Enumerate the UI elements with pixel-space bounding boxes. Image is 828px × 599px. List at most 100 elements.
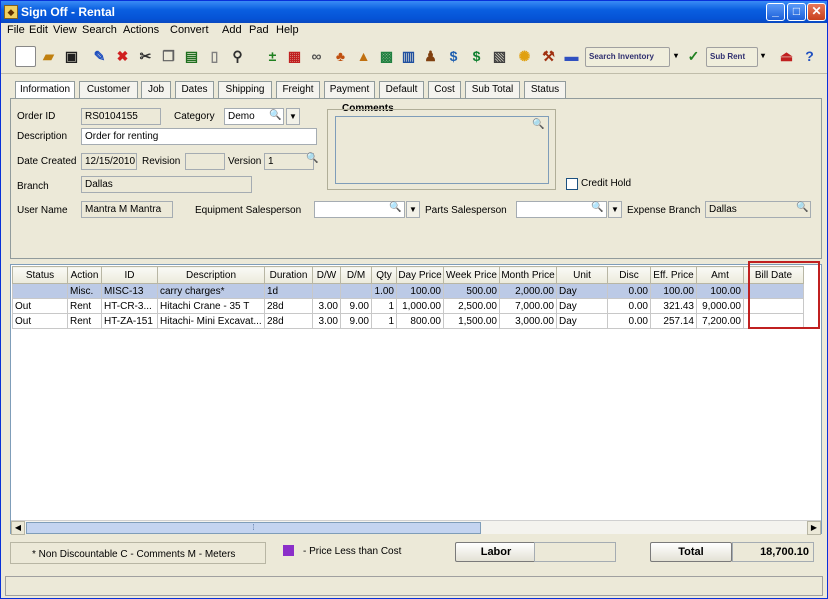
- equipment-salesperson-dropdown-icon[interactable]: ▼: [406, 201, 420, 218]
- table-cell[interactable]: 2,500.00: [443, 298, 500, 314]
- delete-icon[interactable]: ✖: [112, 46, 133, 67]
- cut-icon[interactable]: ✂: [135, 46, 156, 67]
- table-cell[interactable]: Hitachi Crane - 35 T: [157, 298, 265, 314]
- column-header-disc[interactable]: Disc: [607, 266, 651, 284]
- tab-shipping[interactable]: Shipping: [218, 81, 272, 98]
- parts-salesperson-dropdown-icon[interactable]: ▼: [608, 201, 622, 218]
- table-cell[interactable]: 1,000.00: [396, 298, 444, 314]
- column-header-unit[interactable]: Unit: [556, 266, 608, 284]
- scroll-left-icon[interactable]: ◀: [11, 521, 25, 535]
- tab-customer[interactable]: Customer: [79, 81, 138, 98]
- dollar-icon[interactable]: $: [466, 46, 487, 67]
- sub-rent-button[interactable]: Sub Rent: [706, 47, 758, 67]
- table-cell[interactable]: 321.43: [650, 298, 697, 314]
- table-cell[interactable]: 1: [371, 313, 397, 329]
- tab-cost[interactable]: Cost: [428, 81, 461, 98]
- column-header-d-m[interactable]: D/M: [340, 266, 372, 284]
- help-icon[interactable]: ?: [799, 46, 820, 67]
- column-header-status[interactable]: Status: [12, 266, 68, 284]
- table-cell[interactable]: 9.00: [340, 298, 372, 314]
- table-cell[interactable]: [340, 283, 372, 299]
- table-cell[interactable]: 1,500.00: [443, 313, 500, 329]
- branch-field[interactable]: Dallas: [81, 176, 252, 193]
- tab-sub-total[interactable]: Sub Total: [465, 81, 520, 98]
- table-cell[interactable]: Hitachi- Mini Excavat...: [157, 313, 265, 329]
- tools-icon[interactable]: ⚒: [538, 46, 559, 67]
- order-id-field[interactable]: RS0104155: [81, 108, 161, 125]
- table-cell[interactable]: Misc.: [67, 283, 102, 299]
- tab-freight[interactable]: Freight: [276, 81, 320, 98]
- checklist-icon[interactable]: ✓: [683, 46, 704, 67]
- comments-field[interactable]: [335, 116, 549, 184]
- table-cell[interactable]: Out: [12, 298, 68, 314]
- copy-icon[interactable]: ❐: [158, 46, 179, 67]
- sub-rent-dropdown-icon[interactable]: ▾: [758, 46, 768, 67]
- revision-field[interactable]: [185, 153, 225, 170]
- labor-button[interactable]: Labor: [455, 542, 537, 562]
- description-field[interactable]: Order for renting: [81, 128, 317, 145]
- table-cell[interactable]: Day: [556, 298, 608, 314]
- menu-search[interactable]: Search: [82, 24, 117, 36]
- people-icon[interactable]: ♣: [330, 46, 351, 67]
- table-cell[interactable]: Day: [556, 283, 608, 299]
- horizontal-scrollbar[interactable]: ◀ ⁞ ▶: [11, 520, 821, 535]
- settings-icon[interactable]: ✺: [514, 46, 535, 67]
- column-header-duration[interactable]: Duration: [264, 266, 313, 284]
- table-cell[interactable]: 7,200.00: [696, 313, 744, 329]
- table-cell[interactable]: 500.00: [443, 283, 500, 299]
- table-cell[interactable]: 7,000.00: [499, 298, 557, 314]
- category-search-icon[interactable]: 🔍: [269, 110, 282, 123]
- calculator-icon[interactable]: ▦: [284, 46, 305, 67]
- table-cell[interactable]: Rent: [67, 313, 102, 329]
- comments-search-icon[interactable]: 🔍: [532, 119, 545, 132]
- table-cell[interactable]: 2,000.00: [499, 283, 557, 299]
- expense-branch-search-icon[interactable]: 🔍: [796, 202, 809, 215]
- scroll-thumb[interactable]: ⁞: [26, 522, 481, 534]
- tab-payment[interactable]: Payment: [324, 81, 375, 98]
- grid-icon[interactable]: ▩: [376, 46, 397, 67]
- equipment-salesperson-search-icon[interactable]: 🔍: [389, 202, 402, 215]
- table-cell[interactable]: 28d: [264, 313, 313, 329]
- tab-job[interactable]: Job: [141, 81, 171, 98]
- tab-information[interactable]: Information: [15, 81, 75, 99]
- tab-default[interactable]: Default: [379, 81, 424, 98]
- column-header-day-price[interactable]: Day Price: [396, 266, 444, 284]
- table-cell[interactable]: 3,000.00: [499, 313, 557, 329]
- table-cell[interactable]: Out: [12, 313, 68, 329]
- table-cell[interactable]: HT-CR-3...: [101, 298, 158, 314]
- edit-pencil-icon[interactable]: ✎: [89, 46, 110, 67]
- version-search-icon[interactable]: 🔍: [306, 153, 319, 166]
- table-cell[interactable]: 3.00: [312, 298, 341, 314]
- menu-convert[interactable]: Convert: [170, 24, 209, 36]
- add-remove-icon[interactable]: ±: [262, 46, 283, 67]
- new-document-icon[interactable]: ▭: [15, 46, 36, 67]
- table-cell[interactable]: 1d: [264, 283, 313, 299]
- table-cell[interactable]: 100.00: [650, 283, 697, 299]
- table-cell[interactable]: 0.00: [607, 298, 651, 314]
- table-row[interactable]: Out Rent HT-CR-3... Hitachi Crane - 35 T 28d…: [12, 298, 804, 314]
- column-header-d-w[interactable]: D/W: [312, 266, 341, 284]
- register-icon[interactable]: ▧: [489, 46, 510, 67]
- vehicle-icon[interactable]: ▬: [561, 46, 582, 67]
- table-cell[interactable]: 0.00: [607, 283, 651, 299]
- column-header-eff-price[interactable]: Eff. Price: [650, 266, 697, 284]
- table-row[interactable]: Out Rent HT-ZA-151 Hitachi- Mini Excavat...…: [12, 313, 804, 329]
- column-header-amt[interactable]: Amt: [696, 266, 744, 284]
- search-inventory-button[interactable]: Search Inventory: [585, 47, 670, 67]
- menu-file[interactable]: File: [7, 24, 25, 36]
- find-binoculars-icon[interactable]: ⚲: [227, 46, 248, 67]
- total-button[interactable]: Total: [650, 542, 732, 562]
- table-cell[interactable]: 1: [371, 298, 397, 314]
- column-header-action[interactable]: Action: [67, 266, 102, 284]
- minimize-button[interactable]: _: [766, 3, 785, 21]
- menu-actions[interactable]: Actions: [123, 24, 159, 36]
- table-cell[interactable]: 100.00: [396, 283, 444, 299]
- category-dropdown-icon[interactable]: ▼: [286, 108, 300, 125]
- document-icon[interactable]: ▯: [204, 46, 225, 67]
- link-icon[interactable]: ∞: [306, 46, 327, 67]
- menu-view[interactable]: View: [53, 24, 77, 36]
- user-name-field[interactable]: Mantra M Mantra: [81, 201, 173, 218]
- menu-add[interactable]: Add: [222, 24, 242, 36]
- menu-pad[interactable]: Pad: [249, 24, 269, 36]
- truck-icon[interactable]: ▲: [353, 46, 374, 67]
